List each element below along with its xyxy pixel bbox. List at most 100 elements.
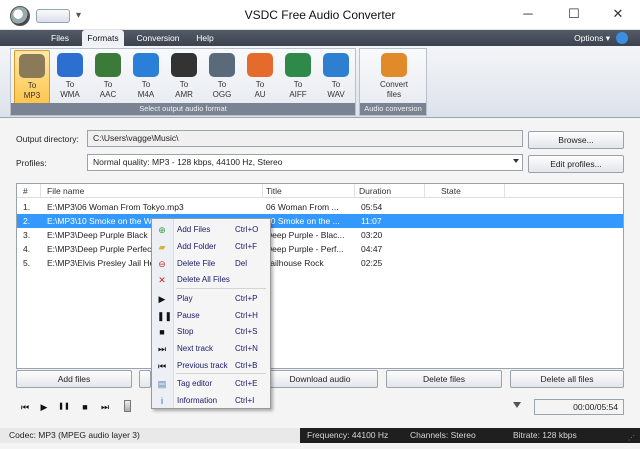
delete-all-files-button[interactable]: Delete all files (510, 370, 624, 388)
tab-help[interactable]: Help (190, 30, 220, 46)
menu-item-next-track[interactable]: ⏭ Next track Ctrl+N (152, 340, 270, 357)
to-mp3-button[interactable]: To MP3 (14, 50, 50, 105)
to-wma-button[interactable]: To WMA (52, 50, 88, 105)
file-list-header: # File name Title Duration State (17, 184, 623, 198)
maximize-button[interactable]: ☐ (564, 6, 584, 22)
table-row[interactable]: 2. E:\MP3\10 Smoke on the Wa 10 Smoke on t… (17, 214, 623, 228)
menu-item-shortcut: Del (235, 259, 248, 268)
to-aac-button[interactable]: To AAC (90, 50, 126, 105)
play-icon[interactable]: ▶ (37, 400, 51, 414)
menu-item-stop[interactable]: ■ Stop Ctrl+S (152, 323, 270, 340)
close-button[interactable]: ✕ (608, 6, 628, 22)
menu-item-shortcut: Ctrl+B (235, 361, 258, 370)
stop-icon: ■ (159, 327, 165, 337)
column-header-num[interactable]: # (17, 184, 41, 198)
convert-files-button[interactable]: Convert files (375, 50, 413, 105)
menu-separator (176, 288, 266, 289)
table-row[interactable]: 1. E:\MP3\06 Woman From Tokyo.mp3 06 Woman… (17, 200, 623, 214)
browse-button[interactable]: Browse... (528, 131, 624, 149)
aac-icon (95, 53, 121, 77)
menu-item-play[interactable]: ▶ Play Ctrl+P (152, 290, 270, 307)
next-track-icon[interactable]: ⏭ (98, 400, 112, 414)
menu-item-label: Play (177, 294, 193, 303)
delete-files-button[interactable]: Delete files (386, 370, 502, 388)
convert-icon (381, 53, 407, 77)
table-row[interactable]: 5. E:\MP3\Elvis Presley Jail He Jailhouse … (17, 256, 623, 270)
column-header-duration[interactable]: Duration (355, 184, 425, 198)
to-m4a-button[interactable]: To M4A (128, 50, 164, 105)
tab-conversion[interactable]: Conversion (130, 30, 186, 46)
cell-title: Deep Purple - Blac... (266, 230, 345, 240)
menu-item-add-files[interactable]: ⊕ Add Files Ctrl+O (152, 221, 270, 238)
aiff-icon (285, 53, 311, 77)
to-au-button[interactable]: To AU (242, 50, 278, 105)
to-ogg-button[interactable]: To OGG (204, 50, 240, 105)
cell-file: E:\MP3\06 Woman From Tokyo.mp3 (47, 202, 184, 212)
information-icon: i (161, 396, 163, 406)
format-label-to: To (27, 81, 37, 90)
ogg-icon (209, 53, 235, 77)
column-header-title[interactable]: Title (263, 184, 355, 198)
format-group: To MP3 To WMA To AAC To M4A To AMR To OGG To AU To AIFF… (10, 48, 356, 116)
minimize-button[interactable]: ─ (518, 6, 538, 22)
menu-item-label: Add Folder (177, 242, 217, 251)
frequency-status: Frequency: 44100 Hz (307, 430, 389, 440)
cell-title: 10 Smoke on the ... (266, 216, 340, 226)
volume-icon[interactable] (513, 402, 521, 408)
menu-item-add-folder[interactable]: ▰ Add Folder Ctrl+F (152, 238, 270, 255)
profile-select[interactable]: Normal quality: MP3 - 128 kbps, 44100 Hz… (87, 154, 523, 171)
tab-formats[interactable]: Formats (82, 30, 124, 46)
output-directory-label: Output directory: (16, 134, 79, 144)
options-menu[interactable]: Options ▾ (574, 30, 610, 46)
format-label-name: AIFF (289, 90, 307, 99)
menu-item-shortcut: Ctrl+O (235, 225, 259, 234)
format-label-to: To (255, 80, 265, 89)
menu-item-previous-track[interactable]: ⏮ Previous track Ctrl+B (152, 357, 270, 374)
chevron-down-icon[interactable] (513, 159, 519, 163)
cell-duration: 03:20 (361, 230, 383, 240)
previous-track-icon[interactable]: ⏮ (18, 400, 32, 414)
previous-track-icon: ⏮ (157, 361, 167, 371)
pause-icon[interactable]: ❚❚ (57, 400, 71, 414)
download-audio-button[interactable]: Download audio (262, 370, 378, 388)
menu-item-pause[interactable]: ❚❚ Pause Ctrl+H (152, 307, 270, 324)
ribbon: To MP3 To WMA To AAC To M4A To AMR To OGG To AU To AIFF… (0, 46, 640, 118)
edit-profiles-button[interactable]: Edit profiles... (528, 155, 624, 173)
format-label-to: To (141, 80, 151, 89)
format-label-name: AAC (99, 90, 117, 99)
to-amr-button[interactable]: To AMR (166, 50, 202, 105)
resize-grip-icon[interactable]: ⋰ (628, 431, 636, 442)
output-directory-field[interactable]: C:\Users\vagge\Music\ (87, 130, 523, 147)
menu-item-label: Previous track (177, 361, 228, 370)
play-icon: ▶ (158, 294, 166, 304)
next-track-icon: ⏭ (157, 344, 167, 354)
hidden-button[interactable] (139, 370, 151, 388)
to-aiff-button[interactable]: To AIFF (280, 50, 316, 105)
format-label-name: WAV (327, 90, 345, 99)
tag-editor-icon: ▤ (157, 379, 167, 389)
format-label-name: MP3 (23, 91, 41, 100)
menu-item-tag-editor[interactable]: ▤ Tag editor Ctrl+E (152, 375, 270, 392)
seek-slider-handle[interactable] (124, 400, 131, 412)
menu-item-delete-all-files[interactable]: ✕ Delete All Files (152, 271, 270, 288)
menu-separator (176, 373, 266, 374)
format-label-name: M4A (137, 90, 155, 99)
menu-item-information[interactable]: i Information Ctrl+I (152, 392, 270, 409)
menu-item-delete-file[interactable]: ⊖ Delete File Del (152, 255, 270, 272)
mp3-icon (19, 54, 45, 78)
add-files-button[interactable]: Add files (16, 370, 132, 388)
column-header-state[interactable]: State (425, 184, 505, 198)
table-row[interactable]: 4. E:\MP3\Deep Purple Perfec Deep Purple -… (17, 242, 623, 256)
column-header-file-name[interactable]: File name (41, 184, 263, 198)
format-label-to: To (65, 80, 75, 89)
tab-files[interactable]: Files (44, 30, 76, 46)
to-wav-button[interactable]: To WAV (318, 50, 354, 105)
help-icon[interactable] (616, 32, 628, 44)
table-row[interactable]: 3. E:\MP3\Deep Purple Black Deep Purple - … (17, 228, 623, 242)
file-list[interactable]: # File name Title Duration State 1. E:\MP… (16, 183, 624, 369)
stop-icon[interactable]: ■ (78, 400, 92, 414)
menu-item-shortcut: Ctrl+N (235, 344, 258, 353)
format-group-label: Select output audio format (11, 103, 355, 115)
format-label-to: To (103, 80, 113, 89)
format-label-to: To (331, 80, 341, 89)
